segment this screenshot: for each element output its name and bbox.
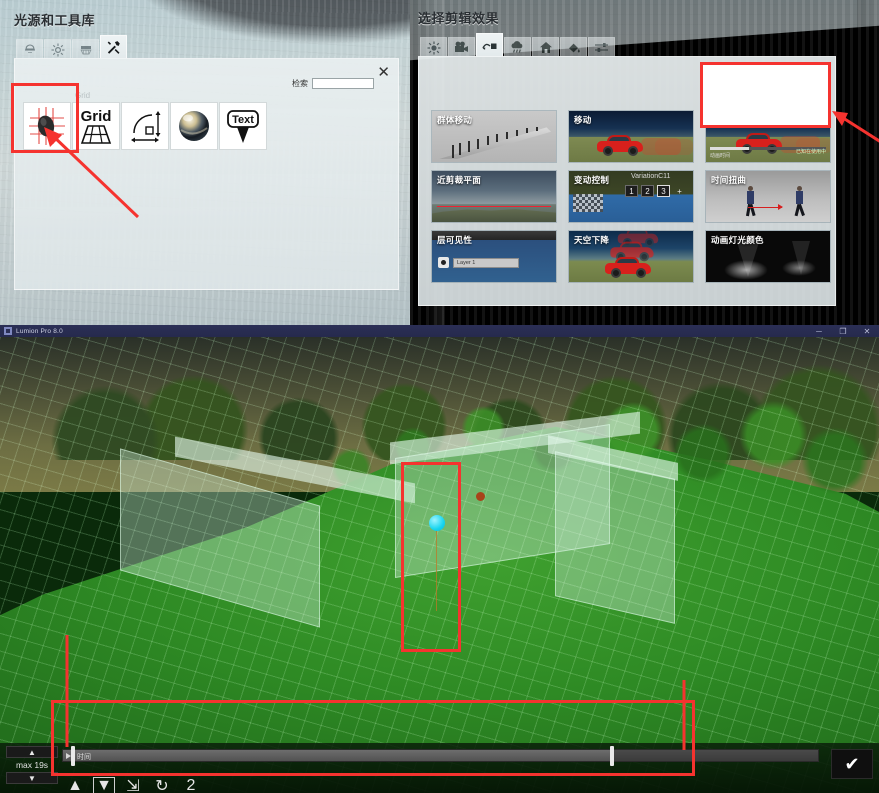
- timeline-tool-row: ▲ ▼ ⇲ ↻ 2: [64, 777, 202, 793]
- variation-add-button[interactable]: +: [673, 185, 686, 197]
- svg-text:Grid: Grid: [81, 108, 112, 125]
- timeline-tool-loop[interactable]: ↻: [151, 777, 173, 793]
- movie-camera-icon: [455, 41, 468, 52]
- effect-label: 群体移动: [437, 115, 473, 125]
- utilities-tab[interactable]: [100, 35, 127, 59]
- effect-sky-drop[interactable]: 天空下降: [568, 230, 694, 283]
- right-panel-title: 选择剪辑效果: [418, 11, 500, 26]
- maximize-button[interactable]: ❐: [831, 325, 855, 337]
- window-controls: ─ ❐ ✕: [807, 325, 879, 337]
- timeline-max-label: max 19s: [15, 760, 49, 770]
- timeline-playhead[interactable]: [610, 746, 614, 766]
- progress-right-caption: 已知在使用中: [795, 149, 826, 155]
- advanced-move-highlight-box: [700, 62, 831, 128]
- paint-tab[interactable]: [560, 37, 587, 57]
- building-wing-east: [555, 451, 675, 624]
- sliders-tab[interactable]: [588, 37, 615, 57]
- effect-time-warp[interactable]: 时间扭曲: [705, 170, 831, 223]
- effect-mass-move[interactable]: 群体移动: [431, 110, 557, 163]
- reflection-sphere-item[interactable]: [170, 102, 218, 150]
- arrow-to-timeline-right: [682, 680, 686, 750]
- minimize-button[interactable]: ─: [807, 325, 831, 337]
- sun-icon: [427, 41, 440, 54]
- area-light-icon: [79, 45, 92, 54]
- arrow-to-left-tool: [44, 127, 140, 219]
- effect-move[interactable]: 移动: [568, 110, 694, 163]
- effect-layer-visibility[interactable]: Layer 1 层可见性: [431, 230, 557, 283]
- lumion-window: Lumion Pro 8.0 ─ ❐ ✕ ▲ max 19s ▼ 时间 ▲ ▼ …: [0, 325, 879, 793]
- left-panel-title: 光源和工具库: [14, 13, 96, 28]
- effects-grid: 群体移动 移动 动画时间 已知在使用中 近剪裁平面 VariationC11 1…: [431, 110, 831, 283]
- spot-light-icon: [51, 43, 64, 56]
- scene-tab[interactable]: [532, 37, 559, 57]
- 3d-viewport[interactable]: [0, 337, 879, 793]
- sun-tab[interactable]: [420, 37, 447, 57]
- close-button[interactable]: ✕: [855, 325, 879, 337]
- effect-label: 时间扭曲: [711, 175, 747, 185]
- sliders-icon: [595, 43, 608, 52]
- search-label: 检索: [292, 79, 308, 88]
- left-panel-close-button[interactable]: ✕: [377, 65, 390, 80]
- timeline-tool-down[interactable]: ▼: [93, 777, 115, 793]
- advanced-move-progress: 动画时间 已知在使用中: [710, 147, 826, 159]
- arrow-to-timeline-left: [65, 635, 69, 747]
- secondary-object-marker[interactable]: [476, 492, 485, 501]
- effect-label: 层可见性: [437, 235, 473, 245]
- tools-icon: [107, 41, 120, 54]
- confirm-button[interactable]: ✔: [831, 749, 873, 779]
- arrow-to-advanced-move: [832, 111, 879, 143]
- effect-label: 移动: [574, 115, 592, 125]
- layer-field[interactable]: Layer 1: [453, 257, 519, 268]
- text-label-item[interactable]: Text: [219, 102, 267, 150]
- lumion-title-bar: Lumion Pro 8.0 ─ ❐ ✕: [0, 325, 879, 337]
- grid-ghost-label: Grid: [75, 91, 91, 100]
- svg-text:Text: Text: [232, 114, 254, 126]
- animation-icon: [481, 43, 496, 50]
- effect-variation-control[interactable]: VariationC11 1 2 3 + 变动控制: [568, 170, 694, 223]
- house-icon: [539, 42, 552, 53]
- timeline-tool-up[interactable]: ▲: [64, 777, 86, 793]
- effect-label: 变动控制: [574, 175, 610, 185]
- area-light-tab[interactable]: [72, 39, 99, 59]
- right-panel-tabs: [420, 33, 836, 57]
- clip-effect-picker: 选择剪辑效果 群体移动 移动 动画时间 已知在使用中 近剪裁平面 Variati…: [418, 8, 836, 306]
- animation-tab[interactable]: [476, 33, 503, 57]
- variation-name: VariationC11: [631, 173, 671, 180]
- timeline-tool-count[interactable]: 2: [180, 777, 202, 793]
- backdrop-pillar: [857, 0, 879, 325]
- animation-timeline: ▲ max 19s ▼ 时间 ▲ ▼ ⇲ ↻ 2 ✔: [0, 700, 879, 793]
- effect-animate-light-color[interactable]: 动画灯光颜色: [705, 230, 831, 283]
- left-panel-tabs: [16, 35, 399, 59]
- effect-near-clip-plane[interactable]: 近剪裁平面: [431, 170, 557, 223]
- lumion-window-title: Lumion Pro 8.0: [16, 327, 63, 335]
- top-band: 光源和工具库 ✕ 检索 Grid Grid Text 选择剪辑效果 群体移动 移…: [0, 0, 879, 325]
- text-pin-icon: Text: [227, 110, 259, 143]
- object-axis-line: [436, 531, 437, 611]
- omni-light-tab[interactable]: [16, 39, 43, 59]
- selected-object-marker[interactable]: [429, 515, 445, 531]
- variation-number-active[interactable]: 3: [657, 185, 670, 197]
- timeline-tool-expand[interactable]: ⇲: [122, 777, 144, 793]
- effect-label: 近剪裁平面: [437, 175, 482, 185]
- effect-label: 天空下降: [574, 235, 610, 245]
- effect-label: 动画灯光颜色: [711, 235, 764, 245]
- omni-light-icon: [24, 43, 35, 53]
- search-input[interactable]: [312, 78, 374, 89]
- weather-tab[interactable]: [504, 37, 531, 57]
- lumion-app-icon: [4, 327, 12, 335]
- rain-cloud-icon: [511, 41, 523, 53]
- variation-number[interactable]: 2: [641, 185, 654, 197]
- chrome-sphere-icon: [179, 111, 209, 141]
- spot-light-tab[interactable]: [44, 39, 71, 59]
- duration-decrease-button[interactable]: ▼: [6, 772, 58, 784]
- screenshot-root: 光源和工具库 ✕ 检索 Grid Grid Text 选择剪辑效果 群体移动 移…: [0, 0, 879, 793]
- timeline-progress-fill: [63, 750, 613, 761]
- left-search-group: 检索: [292, 78, 374, 89]
- paint-bucket-icon: [568, 43, 580, 53]
- camera-tab[interactable]: [448, 37, 475, 57]
- variation-number[interactable]: 1: [625, 185, 638, 197]
